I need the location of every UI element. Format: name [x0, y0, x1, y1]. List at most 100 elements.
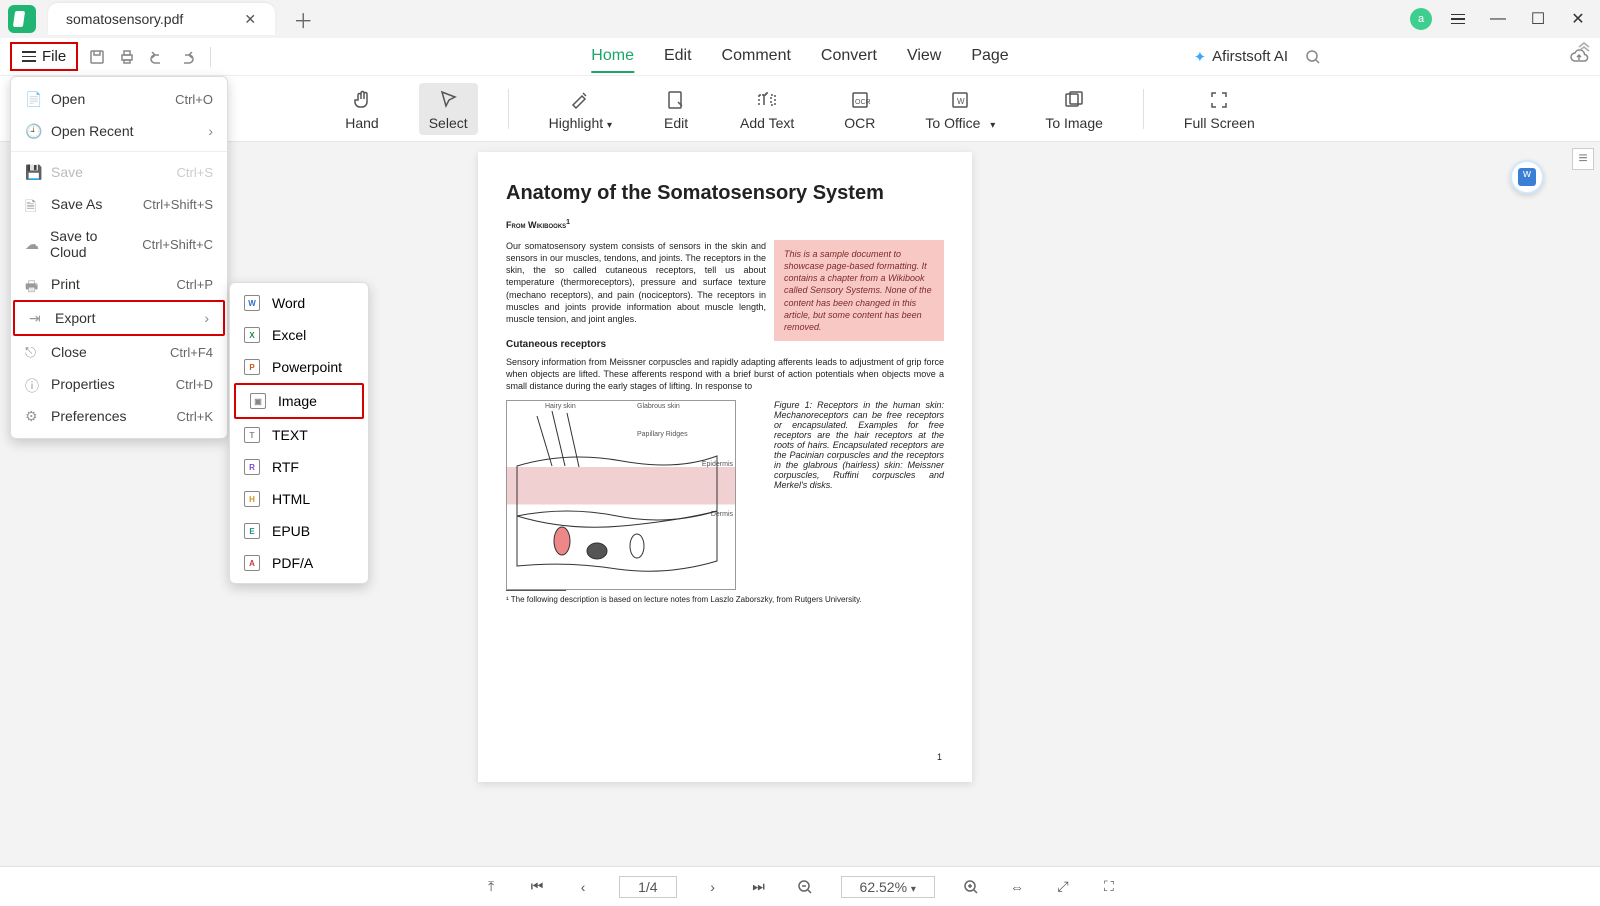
print-icon: 🖶 — [25, 276, 41, 292]
menu-close[interactable]: ⎋ Close Ctrl+F4 — [11, 336, 227, 368]
menu-save-as[interactable]: 🗎 Save As Ctrl+Shift+S — [11, 188, 227, 220]
hand-icon — [348, 87, 376, 113]
first-page-icon[interactable]: ⏮ — [527, 877, 547, 897]
export-word[interactable]: WWord — [230, 287, 368, 319]
export-powerpoint[interactable]: PPowerpoint — [230, 351, 368, 383]
file-menu-button[interactable]: File — [10, 42, 78, 71]
menu-save-cloud[interactable]: ☁ Save to Cloud Ctrl+Shift+C — [11, 220, 227, 268]
ribbon-to-image[interactable]: To Image — [1035, 83, 1113, 135]
ribbon-add-text[interactable]: Add Text — [730, 83, 804, 135]
toolbar: File Home Edit Comment Convert View Page… — [0, 38, 1600, 76]
ocr-icon: OCR — [846, 87, 874, 113]
export-pdfa[interactable]: APDF/A — [230, 547, 368, 579]
export-excel[interactable]: XExcel — [230, 319, 368, 351]
properties-icon: ⓘ — [25, 376, 41, 392]
zoom-out-icon[interactable] — [795, 877, 815, 897]
fit-width-icon[interactable]: ⇔ — [1007, 877, 1027, 897]
footnote-text: ¹ The following description is based on … — [506, 595, 944, 604]
separator — [508, 89, 509, 129]
tab-close-icon[interactable]: ✕ — [243, 12, 257, 26]
export-html[interactable]: HHTML — [230, 483, 368, 515]
svg-text:OCR: OCR — [855, 99, 871, 106]
pdf-page: Anatomy of the Somatosensory System From… — [478, 152, 972, 782]
last-page-icon[interactable]: ⏭ — [749, 877, 769, 897]
zoom-in-icon[interactable] — [961, 877, 981, 897]
ribbon-hand[interactable]: Hand — [335, 83, 388, 135]
menu-properties[interactable]: ⓘ Properties Ctrl+D — [11, 368, 227, 400]
ribbon-to-office[interactable]: W To Office ▾ — [915, 83, 1005, 135]
cloud-icon: ☁ — [25, 236, 40, 252]
sparkle-icon: ✦ — [1194, 48, 1207, 66]
save-icon[interactable] — [86, 46, 108, 68]
export-rtf[interactable]: RRTF — [230, 451, 368, 483]
tab-label: somatosensory.pdf — [66, 11, 183, 27]
ribbon-ocr[interactable]: OCR OCR — [834, 83, 885, 135]
excel-icon: X — [244, 327, 260, 343]
tab-home[interactable]: Home — [591, 41, 634, 73]
side-panel-toggle-icon[interactable]: ≡ — [1572, 148, 1594, 170]
main-menu-icon[interactable] — [1444, 5, 1472, 33]
text-icon: T — [244, 427, 260, 443]
powerpoint-icon: P — [244, 359, 260, 375]
zoom-level[interactable]: 62.52% ▾ — [841, 876, 935, 898]
new-tab-button[interactable]: ＋ — [293, 5, 313, 34]
separator — [11, 151, 227, 152]
redo-icon[interactable] — [176, 46, 198, 68]
export-image[interactable]: ▣Image — [234, 383, 364, 419]
page-number: 1 — [937, 752, 942, 762]
file-label: File — [42, 48, 66, 65]
ribbon-select[interactable]: Select — [419, 83, 478, 135]
close-file-icon: ⎋ — [25, 344, 41, 360]
ribbon-edit[interactable]: Edit — [652, 83, 700, 135]
doc-source: From Wikibooks1 — [506, 219, 944, 230]
window-close-icon[interactable]: ✕ — [1564, 5, 1592, 33]
window-minimize-icon[interactable]: — — [1484, 5, 1512, 33]
menu-export[interactable]: ⇥ Export › — [13, 300, 225, 336]
image-icon: ▣ — [250, 393, 266, 409]
window-maximize-icon[interactable]: ☐ — [1524, 5, 1552, 33]
edit-file-icon — [662, 87, 690, 113]
print-icon[interactable] — [116, 46, 138, 68]
figure-skin-diagram: Hairy skin Glabrous skin Epidermis Dermi… — [506, 400, 736, 590]
search-icon[interactable] — [1302, 46, 1324, 68]
document-tab[interactable]: somatosensory.pdf ✕ — [48, 3, 275, 35]
chevron-right-icon: › — [208, 123, 213, 139]
epub-icon: E — [244, 523, 260, 539]
fit-page-icon[interactable]: ⤢ — [1053, 877, 1073, 897]
export-epub[interactable]: EEPUB — [230, 515, 368, 547]
html-icon: H — [244, 491, 260, 507]
tab-edit[interactable]: Edit — [664, 41, 692, 73]
tab-view[interactable]: View — [907, 41, 941, 73]
prev-page-icon[interactable]: ‹ — [573, 877, 593, 897]
export-text[interactable]: TTEXT — [230, 419, 368, 451]
tab-convert[interactable]: Convert — [821, 41, 877, 73]
to-office-icon: W — [946, 87, 974, 113]
separator — [210, 47, 211, 67]
next-page-icon[interactable]: › — [703, 877, 723, 897]
scroll-top-icon[interactable]: ⤒ — [481, 877, 501, 897]
app-logo-icon — [8, 5, 36, 33]
word-export-badge[interactable] — [1510, 160, 1544, 194]
skin-svg — [507, 401, 737, 591]
menu-preferences[interactable]: ⚙ Preferences Ctrl+K — [11, 400, 227, 432]
user-avatar[interactable]: a — [1410, 8, 1432, 30]
menu-print[interactable]: 🖶 Print Ctrl+P — [11, 268, 227, 300]
presentation-icon[interactable]: ⛶ — [1099, 877, 1119, 897]
rtf-icon: R — [244, 459, 260, 475]
collapse-ribbon-icon[interactable] — [1574, 40, 1594, 54]
page-indicator[interactable]: 1/4 — [619, 876, 676, 898]
ribbon-highlight[interactable]: Highlight ▾ — [539, 83, 622, 135]
tab-comment[interactable]: Comment — [722, 41, 791, 73]
paragraph-2: Sensory information from Meissner corpus… — [506, 356, 944, 392]
undo-icon[interactable] — [146, 46, 168, 68]
recent-icon: 🕘 — [25, 123, 41, 139]
ai-assistant-button[interactable]: ✦ Afirstsoft AI — [1194, 48, 1288, 66]
tab-page[interactable]: Page — [971, 41, 1008, 73]
ribbon-full-screen[interactable]: Full Screen — [1174, 83, 1265, 135]
menu-open-recent[interactable]: 🕘 Open Recent › — [11, 115, 227, 147]
menu-save: 💾 Save Ctrl+S — [11, 156, 227, 188]
highlight-icon — [566, 87, 594, 113]
export-icon: ⇥ — [29, 310, 45, 326]
pdfa-icon: A — [244, 555, 260, 571]
menu-open[interactable]: 📄 Open Ctrl+O — [11, 83, 227, 115]
